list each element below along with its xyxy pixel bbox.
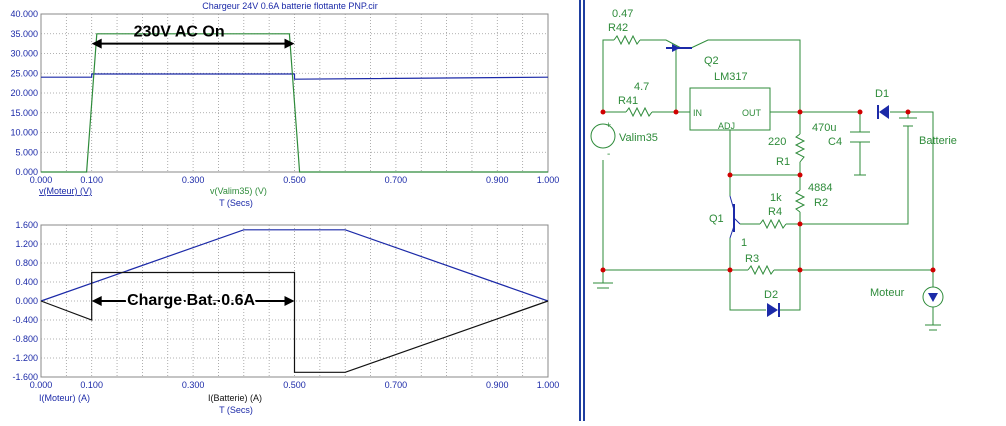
label-r2: R2 xyxy=(814,197,828,209)
label-r41-value: 4.7 xyxy=(634,81,649,93)
label-c4: C4 xyxy=(828,136,842,148)
label-minus: - xyxy=(607,149,610,160)
x-tick-label: 0.100 xyxy=(80,380,103,390)
x-tick-label: 0.100 xyxy=(80,175,103,185)
label-batterie: Batterie xyxy=(919,135,957,147)
legend-i-batterie[interactable]: I(Batterie) (A) xyxy=(208,393,262,403)
diode-d1[interactable] xyxy=(879,105,889,119)
label-q1: Q1 xyxy=(709,213,724,225)
schematic-svg: 0.47 R42 4.7 R41 Q2 LM317 IN OUT ADJ Val… xyxy=(590,8,957,331)
pane-divider[interactable] xyxy=(576,0,588,421)
x-tick-label: 0.900 xyxy=(486,380,509,390)
x-axis-label-top: T (Secs) xyxy=(219,198,253,208)
x-axis-label-bottom: T (Secs) xyxy=(219,405,253,415)
label-q2: Q2 xyxy=(704,55,719,67)
label-d1: D1 xyxy=(875,88,889,100)
y-tick-label: 40.000 xyxy=(10,9,38,19)
pane-divider-line-right xyxy=(583,0,585,421)
ground-symbol-moteur xyxy=(925,324,941,331)
label-moteur: Moteur xyxy=(870,287,905,299)
annotation-label: 230V AC On xyxy=(134,24,225,41)
resistor-r2[interactable] xyxy=(794,189,806,213)
resistor-r1[interactable] xyxy=(794,133,806,163)
x-tick-label: 1.000 xyxy=(537,380,560,390)
label-r1: R1 xyxy=(776,156,790,168)
x-tick-label: 0.700 xyxy=(385,175,408,185)
y-tick-label: 20.000 xyxy=(10,88,38,98)
label-r4: R4 xyxy=(768,206,782,218)
x-tick-label: 0.500 xyxy=(283,380,306,390)
resistor-r42[interactable] xyxy=(613,34,641,46)
x-tick-label: 0.000 xyxy=(30,380,53,390)
plot-svg: Chargeur 24V 0.6A batterie flottante PNP… xyxy=(10,1,559,415)
y-tick-label: 25.000 xyxy=(10,68,38,78)
schematic-wires xyxy=(602,39,934,325)
moteur-arrow xyxy=(928,293,938,302)
x-tick-label: 0.300 xyxy=(182,380,205,390)
x-tick-label: 1.000 xyxy=(537,175,560,185)
y-tick-label: 0.000 xyxy=(15,296,38,306)
legend-i-moteur[interactable]: I(Moteur) (A) xyxy=(39,393,90,403)
y-tick-label: -0.800 xyxy=(12,334,38,344)
label-plus: + xyxy=(606,120,611,130)
label-r1-value: 220 xyxy=(768,136,786,148)
label-valim35: Valim35 xyxy=(619,132,658,144)
y-tick-label: -1.200 xyxy=(12,353,38,363)
label-pin-adj: ADJ xyxy=(718,121,735,131)
label-r3-value: 1 xyxy=(741,237,747,249)
chart-current: 1.600 1.200 0.800 0.400 0.000 -0.400 -0.800 -1.… xyxy=(12,220,559,415)
source-valim35[interactable] xyxy=(590,123,616,149)
label-r4-value: 1k xyxy=(770,192,782,204)
x-tick-label: 0.900 xyxy=(486,175,509,185)
schematic-panel: 0.47 R42 4.7 R41 Q2 LM317 IN OUT ADJ Val… xyxy=(588,0,1006,421)
pane-divider-line-left xyxy=(579,0,581,421)
resistor-r41[interactable] xyxy=(625,106,653,118)
label-r3: R3 xyxy=(745,253,759,265)
y-tick-label: 0.800 xyxy=(15,258,38,268)
battery-batterie[interactable] xyxy=(899,117,917,127)
resistor-r4[interactable] xyxy=(759,218,787,230)
y-tick-label: 15.000 xyxy=(10,108,38,118)
label-r42-value: 0.47 xyxy=(612,8,633,20)
y-tick-label: 10.000 xyxy=(10,128,38,138)
resistor-r3[interactable] xyxy=(747,264,775,276)
plot-title: Chargeur 24V 0.6A batterie flottante PNP… xyxy=(202,1,377,11)
label-pin-in: IN xyxy=(693,108,702,118)
label-r42: R42 xyxy=(608,22,628,34)
label-lm317: LM317 xyxy=(714,71,748,83)
label-pin-out: OUT xyxy=(742,108,762,118)
y-tick-label: 1.600 xyxy=(15,220,38,230)
x-tick-label: 0.500 xyxy=(283,175,306,185)
diode-d2[interactable] xyxy=(767,303,778,317)
x-tick-label: 0.700 xyxy=(385,380,408,390)
ground-symbol xyxy=(593,282,613,289)
y-tick-label: 1.200 xyxy=(15,239,38,249)
y-tick-label: 35.000 xyxy=(10,29,38,39)
label-c4-value: 470u xyxy=(812,122,836,134)
annotation-label: Charge Bat. 0.6A xyxy=(127,292,255,309)
y-tick-label: 0.400 xyxy=(15,277,38,287)
legend-v-moteur[interactable]: v(Moteur) (V) xyxy=(39,186,92,196)
y-tick-label: 30.000 xyxy=(10,49,38,59)
y-tick-label: -0.400 xyxy=(12,315,38,325)
legend-v-valim35[interactable]: v(Valim35) (V) xyxy=(210,186,267,196)
chart-voltage: 0.000 5.000 10.000 15.000 20.000 25.000 30.000… xyxy=(10,9,559,208)
label-d2: D2 xyxy=(764,289,778,301)
label-r41: R41 xyxy=(618,95,638,107)
plot-panel: Chargeur 24V 0.6A batterie flottante PNP… xyxy=(0,0,576,421)
y-tick-label: 5.000 xyxy=(15,147,38,157)
x-tick-label: 0.300 xyxy=(182,175,205,185)
x-tick-label: 0.000 xyxy=(30,175,53,185)
label-r2-value: 4884 xyxy=(808,182,832,194)
